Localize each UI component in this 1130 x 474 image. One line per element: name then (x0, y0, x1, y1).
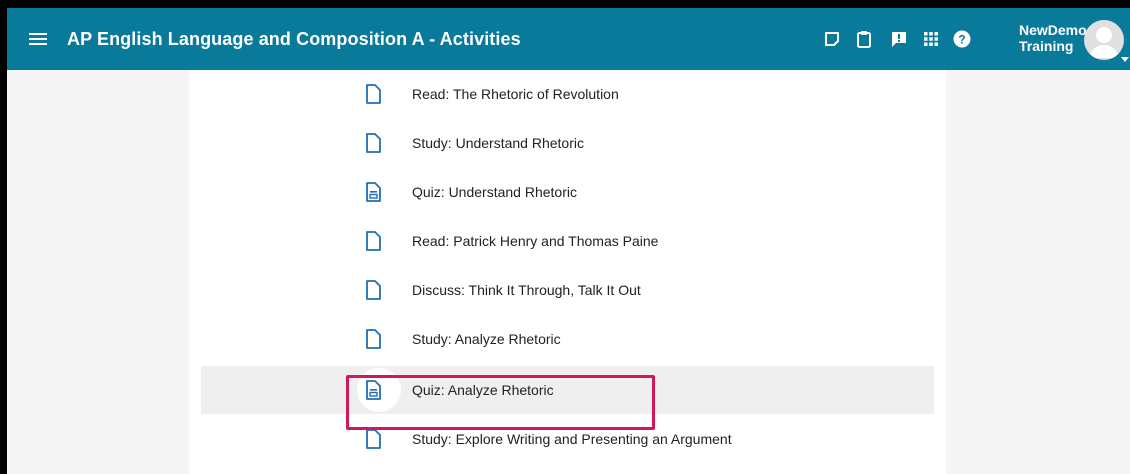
activity-label: Quiz: Analyze Rhetoric (412, 382, 554, 398)
feedback-icon[interactable] (890, 30, 908, 48)
avatar[interactable] (1084, 20, 1124, 60)
sticky-note-icon[interactable] (823, 30, 841, 48)
list-item[interactable]: Quiz: Understand Rhetoric (201, 168, 934, 216)
activity-label: Read: The Rhetoric of Revolution (412, 86, 619, 102)
list-item[interactable]: Read: The Rhetoric of Revolution (201, 70, 934, 118)
app-window: AP English Language and Composition A - … (7, 8, 1130, 474)
help-icon[interactable]: ? (953, 30, 971, 48)
list-item[interactable]: Study: Understand Rhetoric (201, 119, 934, 167)
svg-text:?: ? (958, 33, 965, 47)
list-item[interactable]: Discuss: Think It Through, Talk It Out (201, 266, 934, 314)
user-name[interactable]: NewDemo Training (1019, 22, 1087, 54)
clipboard-icon[interactable] (855, 30, 873, 48)
list-item-selected[interactable]: Quiz: Analyze Rhetoric (201, 366, 934, 414)
document-icon (363, 230, 383, 252)
activity-label: Study: Understand Rhetoric (412, 135, 584, 151)
document-icon (363, 132, 383, 154)
top-bar: AP English Language and Composition A - … (7, 8, 1130, 70)
apps-grid-icon[interactable] (922, 30, 940, 48)
activity-label: Read: Patrick Henry and Thomas Paine (412, 233, 659, 249)
list-item[interactable]: Read: Patrick Henry and Thomas Paine (201, 217, 934, 265)
activity-label: Study: Explore Writing and Presenting an… (412, 431, 732, 447)
user-last-name: Training (1019, 38, 1074, 54)
activities-list: Read: The Rhetoric of Revolution Study: … (189, 70, 946, 474)
document-icon (363, 428, 383, 450)
document-icon (363, 83, 383, 105)
activity-label: Quiz: Understand Rhetoric (412, 184, 577, 200)
list-item[interactable]: Study: Explore Writing and Presenting an… (201, 415, 934, 463)
user-silhouette-icon (1089, 27, 1119, 58)
quiz-icon (363, 181, 383, 203)
activity-label: Discuss: Think It Through, Talk It Out (412, 282, 641, 298)
chevron-down-icon[interactable] (1121, 57, 1129, 62)
menu-icon[interactable] (29, 30, 47, 48)
quiz-icon (363, 379, 383, 401)
activity-label: Study: Analyze Rhetoric (412, 331, 561, 347)
user-first-name: NewDemo (1019, 22, 1087, 38)
page-title: AP English Language and Composition A - … (67, 29, 521, 49)
document-icon (363, 328, 383, 350)
document-icon (363, 279, 383, 301)
list-item[interactable]: Study: Analyze Rhetoric (201, 315, 934, 363)
